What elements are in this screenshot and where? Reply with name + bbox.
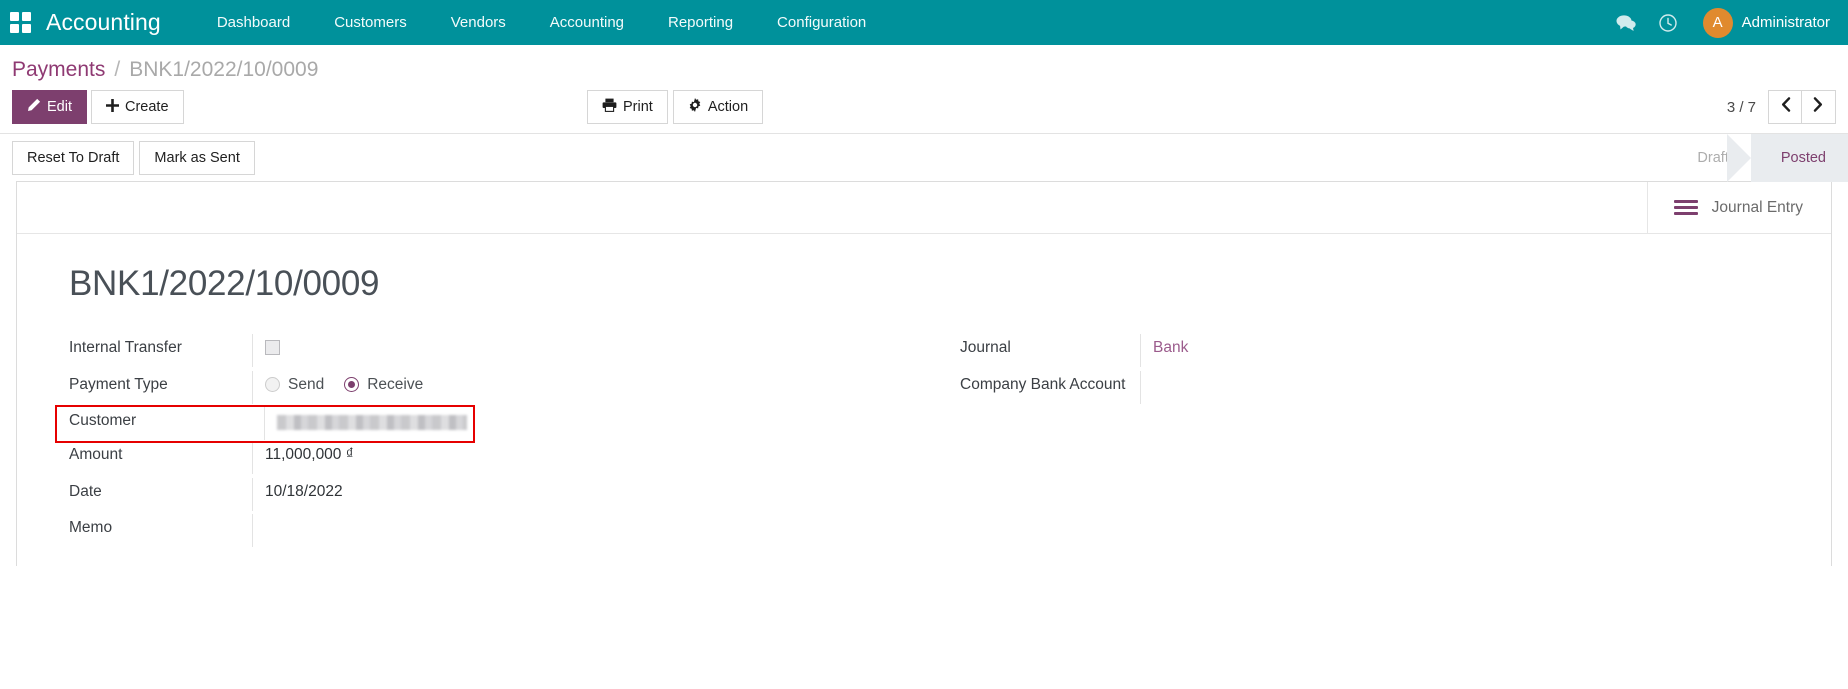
value-journal: Bank [1140,334,1831,367]
menu-item-dashboard[interactable]: Dashboard [195,0,312,45]
status-stage-posted[interactable]: Posted [1726,133,1848,182]
field-row-customer: Customer [55,405,475,443]
action-button-label: Action [707,99,749,115]
payment-type-option-send[interactable]: Send [265,373,324,396]
internal-transfer-checkbox[interactable] [265,340,280,355]
breadcrumb-current: BNK1/2022/10/0009 [129,58,319,81]
journal-entry-smart-button[interactable]: Journal Entry [1646,182,1831,233]
label-company-bank-account: Company Bank Account [960,375,1126,393]
field-row-internal-transfer: Internal Transfer [69,334,924,371]
value-internal-transfer [252,334,924,367]
action-button[interactable]: Action [672,90,764,124]
field-row-memo: Memo [69,514,924,551]
menu-item-configuration[interactable]: Configuration [755,0,888,45]
form-column-right: Journal Bank Company Bank Account [924,334,1831,551]
bars-icon [1673,200,1698,215]
pager-previous-button[interactable] [1768,90,1802,124]
gear-icon [688,98,702,116]
chat-bubble-icon[interactable] [1605,0,1647,45]
smart-button-box: Journal Entry [17,182,1831,234]
edit-button[interactable]: Edit [12,90,87,124]
main-menu: Dashboard Customers Vendors Accounting R… [195,0,888,45]
reset-to-draft-button[interactable]: Reset To Draft [12,140,135,175]
label-payment-type: Payment Type [69,375,168,393]
form-sheet: Journal Entry BNK1/2022/10/0009 Internal… [16,181,1832,566]
radio-send-icon [265,376,280,392]
pager: 3 / 7 [1727,90,1836,124]
field-row-amount: Amount 11,000,000 ₫ [69,441,924,478]
label-internal-transfer: Internal Transfer [69,339,182,356]
breadcrumb-separator: / [114,58,121,81]
value-date: 10/18/2022 [252,477,924,511]
field-row-journal: Journal Bank [960,334,1831,371]
radio-receive-icon [344,376,360,392]
printer-icon [602,98,617,116]
label-amount: Amount [69,446,123,463]
label-customer: Customer [69,412,137,429]
top-navbar: Accounting Dashboard Customers Vendors A… [0,0,1848,45]
clock-icon[interactable] [1647,0,1689,45]
navbar-right-tools: A Administrator [1605,0,1834,45]
journal-value-link[interactable]: Bank [1153,339,1188,356]
journal-entry-label: Journal Entry [1711,198,1803,216]
value-amount: 11,000,000 ₫ [252,441,924,474]
mark-as-sent-button[interactable]: Mark as Sent [139,140,255,175]
user-name-label[interactable]: Administrator [1742,14,1834,31]
field-row-date: Date 10/18/2022 [69,477,924,515]
pager-count: 3 / 7 [1726,98,1756,116]
form-columns: Internal Transfer Payment Type Send Rece… [17,304,1831,551]
field-row-payment-type: Payment Type Send Receive [69,370,924,408]
breadcrumb: Payments / BNK1/2022/10/0009 [0,45,1848,82]
label-journal: Journal [960,339,1011,356]
payment-type-option-receive[interactable]: Receive [344,373,423,396]
payment-type-radio-group: Send Receive [265,373,924,396]
status-action-row: Reset To Draft Mark as Sent Draft Posted [0,133,1848,182]
customer-value-redacted [277,414,467,430]
menu-item-vendors[interactable]: Vendors [429,0,528,45]
payment-type-send-label: Send [288,375,325,393]
label-date: Date [69,482,102,500]
create-button[interactable]: Create [91,90,184,124]
print-button[interactable]: Print [587,90,668,124]
control-panel: Edit Create Print Action 3 / 7 [0,82,1848,133]
apps-grid-icon[interactable] [10,11,32,34]
pencil-icon [27,98,41,116]
plus-icon [106,98,119,116]
record-actions: Edit Create [12,90,184,124]
menu-item-accounting[interactable]: Accounting [528,0,646,45]
chevron-right-icon [1813,97,1824,117]
menu-item-customers[interactable]: Customers [312,0,429,45]
menu-item-reporting[interactable]: Reporting [646,0,755,45]
value-payment-type: Send Receive [252,370,924,404]
pager-next-button[interactable] [1802,90,1836,124]
breadcrumb-root[interactable]: Payments [12,58,105,82]
value-memo [252,514,924,547]
chevron-left-icon [1780,97,1791,117]
page-title: BNK1/2022/10/0009 [69,264,380,303]
value-company-bank-account [1140,370,1831,404]
app-brand-title[interactable]: Accounting [46,9,161,36]
field-row-company-bank-account: Company Bank Account [960,370,1831,408]
center-actions: Print Action [587,90,764,124]
edit-button-label: Edit [47,99,72,115]
value-customer[interactable] [264,407,473,440]
sheet-wrapper: Journal Entry BNK1/2022/10/0009 Internal… [0,181,1848,566]
status-bar: Draft Posted [1667,133,1848,182]
pager-buttons [1768,90,1836,124]
create-button-label: Create [125,99,169,115]
label-memo: Memo [69,519,113,536]
form-column-left: Internal Transfer Payment Type Send Rece… [17,334,924,551]
print-button-label: Print [623,99,653,115]
avatar[interactable]: A [1702,7,1733,38]
payment-type-receive-label: Receive [367,375,424,393]
